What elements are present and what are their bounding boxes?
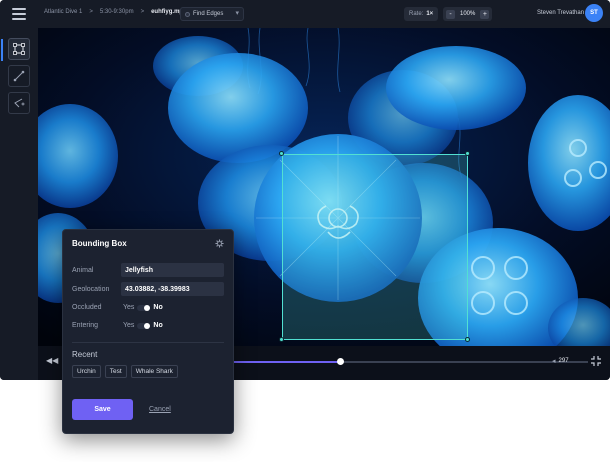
- rate-value: 1×: [426, 11, 434, 17]
- bounding-box-tool[interactable]: [1, 38, 30, 61]
- fullscreen-icon[interactable]: [590, 355, 602, 367]
- cancel-button[interactable]: Cancel: [149, 406, 171, 413]
- bounding-box-icon: [13, 43, 25, 55]
- occluded-yes[interactable]: Yes: [123, 304, 134, 311]
- occluded-switch[interactable]: [137, 304, 151, 311]
- occluded-no[interactable]: No: [153, 304, 162, 311]
- playback-rate[interactable]: Rate: 1×: [404, 7, 439, 21]
- recent-chip[interactable]: Test: [104, 365, 127, 378]
- panel-divider: [72, 342, 224, 343]
- zoom-in-button[interactable]: +: [480, 9, 490, 19]
- tool-sidebar: [0, 28, 38, 380]
- gear-icon[interactable]: [215, 239, 224, 248]
- breadcrumb-project[interactable]: Atlantic Dive 1: [44, 9, 82, 15]
- breadcrumb-separator: >: [140, 9, 145, 15]
- occluded-label: Occluded: [72, 304, 102, 311]
- save-button[interactable]: Save: [72, 399, 133, 420]
- resize-handle-top-left[interactable]: [279, 151, 284, 156]
- zoom-value: 100%: [460, 11, 476, 17]
- breadcrumb-separator: >: [89, 9, 93, 15]
- breadcrumb-session[interactable]: 5:30-9:30pm: [100, 9, 134, 15]
- line-tool[interactable]: [8, 65, 30, 87]
- polygon-tool[interactable]: [8, 92, 30, 114]
- resize-handle-bottom-left[interactable]: [279, 337, 284, 342]
- frame-counter: ◂ 297: [552, 357, 569, 365]
- rewind-icon[interactable]: ◀◀: [46, 356, 58, 365]
- recent-title: Recent: [72, 350, 98, 359]
- chevron-down-icon: ▾: [235, 10, 239, 17]
- resize-handle-bottom-right[interactable]: [465, 337, 470, 342]
- frame-value: 297: [558, 358, 569, 364]
- polygon-icon: [14, 98, 25, 108]
- breadcrumb: Atlantic Dive 1 > 5:30-9:30pm > euhfiyg.…: [44, 9, 186, 15]
- previous-frame-icon[interactable]: ◂: [552, 357, 556, 365]
- avatar[interactable]: ST: [585, 4, 603, 22]
- filter-select[interactable]: Find Edges ▾: [180, 7, 244, 21]
- zoom-out-button[interactable]: -: [446, 9, 455, 19]
- geolocation-label: Geolocation: [72, 286, 110, 293]
- recent-chip[interactable]: Whale Shark: [130, 365, 178, 378]
- bounding-box-panel: Bounding Box Animal Jellyfish Geolocatio…: [62, 229, 234, 434]
- resize-handle-top-right[interactable]: [465, 151, 470, 156]
- line-icon: [13, 70, 25, 82]
- geolocation-field[interactable]: 43.03882, -38.39983: [121, 282, 224, 296]
- filter-value: Find Edges: [193, 11, 224, 17]
- entering-switch[interactable]: [137, 322, 151, 329]
- entering-label: Entering: [72, 322, 99, 329]
- recent-list: Urchin Test Whale Shark: [72, 365, 178, 378]
- rate-label: Rate:: [409, 11, 424, 17]
- timeline-scrubber[interactable]: [228, 358, 588, 365]
- animal-label: Animal: [72, 267, 94, 274]
- user-name: Steven Trevathan: [537, 10, 585, 16]
- bounding-box-annotation[interactable]: [282, 154, 468, 340]
- zoom-control: - 100% +: [443, 7, 493, 21]
- timeline-handle[interactable]: [336, 358, 344, 365]
- menu-icon[interactable]: [12, 8, 26, 20]
- filter-icon: [185, 11, 190, 17]
- panel-title: Bounding Box: [72, 239, 127, 248]
- entering-toggle[interactable]: Yes No: [123, 322, 163, 329]
- entering-yes[interactable]: Yes: [123, 322, 134, 329]
- timeline-progress: [228, 361, 340, 363]
- recent-chip[interactable]: Urchin: [72, 365, 101, 378]
- top-bar: Atlantic Dive 1 > 5:30-9:30pm > euhfiyg.…: [0, 0, 610, 28]
- entering-no[interactable]: No: [153, 322, 162, 329]
- animal-field[interactable]: Jellyfish: [121, 263, 224, 277]
- occluded-toggle[interactable]: Yes No: [123, 304, 163, 311]
